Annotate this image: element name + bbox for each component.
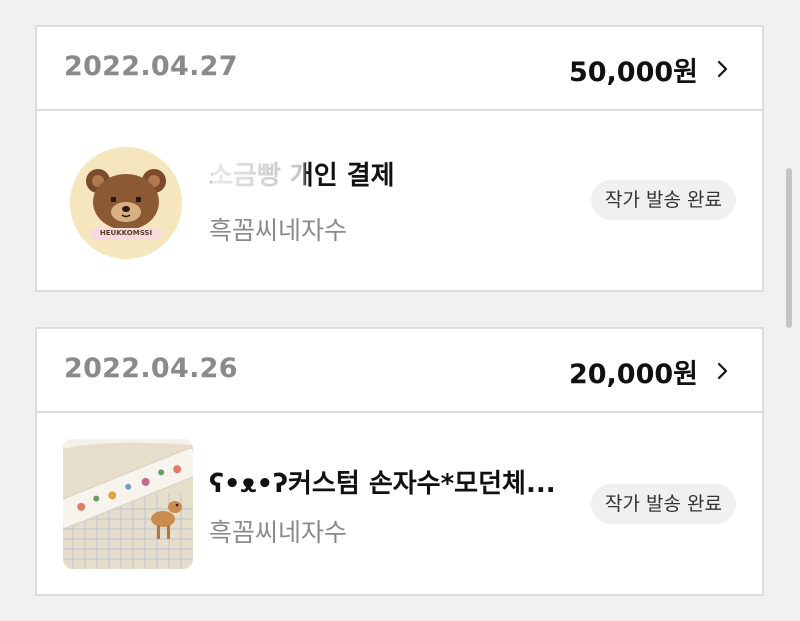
order-item[interactable]: ʕ•ᴥ•ʔ커스텀 손자수*모던체... 흑꼼씨네자수 작가 발송 완료: [37, 413, 762, 596]
status-badge: 작가 발송 완료: [591, 180, 736, 220]
order-item[interactable]: HEUKKOMSSI 소금빵 개인 결제 흑꼼씨네자수 작가 발송 완료: [37, 111, 762, 292]
order-history-page: 2022.04.27 50,000원 HEUKKOMSSI 개인 결제 흑꼼씨네…: [0, 0, 800, 621]
redaction-blur: [209, 157, 304, 191]
scrollbar[interactable]: [786, 168, 792, 328]
order-card: 2022.04.27 50,000원 HEUKKOMSSI 개인 결제 흑꼼씨네…: [35, 25, 764, 292]
order-amount: 50,000원: [568, 56, 698, 88]
order-date: 2022.04.26: [64, 353, 238, 384]
order-detail-link[interactable]: 50,000원: [569, 49, 732, 89]
order-header[interactable]: 2022.04.26 20,000원: [37, 329, 762, 413]
chevron-right-icon: [717, 362, 728, 380]
chevron-right-icon: [717, 60, 728, 78]
order-card: 2022.04.26 20,000원 ʕ•ᴥ•ʔ커스텀 손자수*모던체... 흑…: [35, 327, 764, 596]
item-title: ʕ•ᴥ•ʔ커스텀 손자수*모던체...: [209, 469, 556, 499]
shop-name: 흑꼼씨네자수: [209, 518, 348, 547]
shop-name: 흑꼼씨네자수: [209, 216, 348, 245]
product-thumbnail-image: [63, 439, 193, 569]
status-badge: 작가 발송 완료: [591, 484, 736, 524]
order-amount: 20,000원: [568, 358, 698, 390]
order-detail-link[interactable]: 20,000원: [569, 351, 732, 391]
order-date: 2022.04.27: [64, 51, 238, 82]
shop-logo-image: HEUKKOMSSI: [70, 147, 182, 259]
order-header[interactable]: 2022.04.27 50,000원: [37, 27, 762, 111]
shop-logo-text: HEUKKOMSSI: [99, 229, 153, 237]
